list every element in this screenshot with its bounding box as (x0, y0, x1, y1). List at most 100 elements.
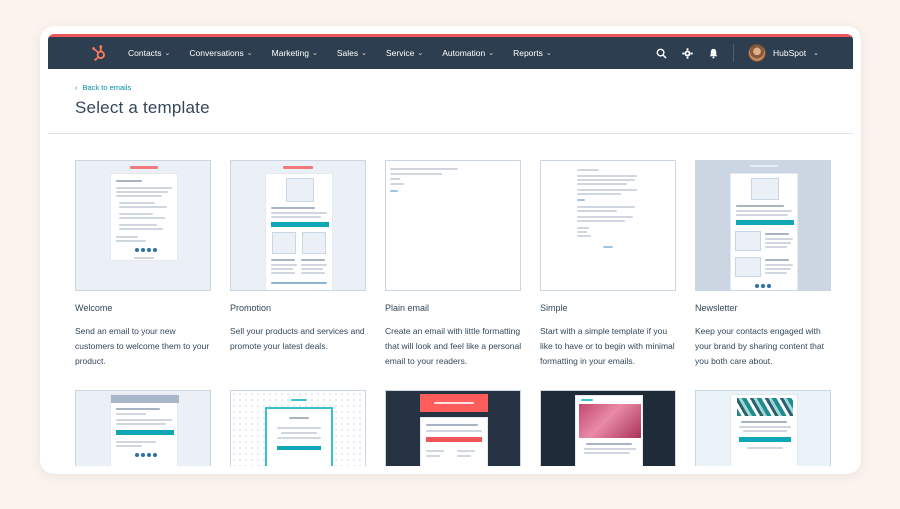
thumb-line (577, 227, 589, 229)
hubspot-logo-icon[interactable] (90, 44, 108, 62)
thumb-line (577, 206, 635, 208)
thumb-line (765, 264, 793, 266)
nav-item-reports[interactable]: Reports ⌄ (513, 48, 552, 58)
thumb-line (577, 183, 627, 185)
template-thumbnail-welcome[interactable] (75, 160, 211, 291)
thumb-line (119, 224, 157, 226)
thumb-line (116, 187, 172, 189)
nav-item-automation[interactable]: Automation ⌄ (442, 48, 494, 58)
thumb-line (119, 213, 153, 215)
thumb-line (301, 259, 325, 261)
template-description: Keep your contacts engaged with your bra… (695, 326, 824, 366)
chevron-down-icon: ⌄ (246, 50, 253, 57)
chevron-down-icon: ⌄ (488, 50, 495, 57)
gear-icon[interactable] (681, 47, 693, 59)
nav-item-conversations[interactable]: Conversations ⌄ (189, 48, 252, 58)
thumb-line (119, 217, 165, 219)
thumb-line (736, 210, 792, 212)
social-icon (761, 284, 765, 288)
thumb-line (577, 193, 621, 195)
thumb-line (577, 235, 591, 237)
thumb-line (743, 430, 787, 432)
thumb-line (577, 210, 617, 212)
thumb-line (741, 421, 787, 423)
thumb-image-placeholder (751, 178, 779, 200)
template-description: Sell your products and services and prom… (230, 326, 365, 351)
template-card-promotion[interactable]: Promotion Sell your products and service… (230, 160, 366, 369)
thumb-line (116, 441, 156, 443)
template-thumbnail-plain-email[interactable] (385, 160, 521, 291)
thumb-line (289, 417, 309, 419)
nav-item-label: Sales (336, 48, 359, 58)
social-icon (135, 453, 139, 457)
template-thumbnail-feedback-photo[interactable] (540, 390, 676, 466)
social-icon (767, 284, 771, 288)
thumb-line (765, 272, 787, 274)
template-thumbnail-announcement[interactable] (695, 390, 831, 466)
thumb-line (390, 173, 442, 175)
social-icon (147, 248, 151, 252)
thumb-line (736, 205, 784, 207)
social-icon (153, 248, 157, 252)
chevron-down-icon: ⌄ (545, 50, 552, 57)
bell-icon[interactable] (707, 47, 719, 59)
template-name: Welcome (75, 303, 113, 313)
nav-item-marketing[interactable]: Marketing ⌄ (272, 48, 318, 58)
nav-item-label: Reports (513, 48, 543, 58)
thumb-line (577, 169, 599, 171)
thumb-paper (265, 173, 333, 290)
thumb-line (736, 214, 788, 216)
account-menu[interactable]: HubSpot ⌄ (748, 44, 819, 62)
thumb-image-placeholder (286, 178, 314, 202)
chevron-down-icon: ⌄ (311, 50, 318, 57)
template-thumbnail-feedback[interactable] (75, 390, 211, 466)
app-window: Contacts ⌄ Conversations ⌄ Marketing ⌄ S… (48, 34, 853, 466)
thumb-line (281, 432, 317, 434)
thumb-button (426, 437, 482, 442)
thumb-image-placeholder (735, 257, 761, 277)
thumb-image-placeholder (272, 232, 296, 254)
thumb-line (116, 408, 160, 410)
thumb-line (271, 207, 315, 209)
thumb-line (116, 445, 142, 447)
thumb-line (301, 268, 323, 270)
nav-menu: Contacts ⌄ Conversations ⌄ Marketing ⌄ S… (128, 48, 552, 58)
thumb-line (426, 430, 482, 432)
thumb-line (577, 189, 637, 191)
template-card-newsletter[interactable]: Newsletter Keep your contacts engaged wi… (695, 160, 831, 369)
nav-item-service[interactable]: Service ⌄ (386, 48, 423, 58)
thumb-line (271, 264, 297, 266)
template-name: Simple (540, 303, 568, 313)
template-thumbnail-simple[interactable] (540, 160, 676, 291)
thumb-line (271, 212, 327, 214)
avatar (748, 44, 767, 62)
thumb-button (739, 437, 791, 442)
nav-item-label: Marketing (271, 48, 309, 58)
template-card-plain-email[interactable]: Plain email Create an email with little … (385, 160, 521, 369)
thumb-line (426, 424, 478, 426)
search-icon[interactable] (655, 47, 667, 59)
template-thumbnail-promotion[interactable] (230, 160, 366, 291)
template-thumbnail-event[interactable] (385, 390, 521, 466)
thumb-line (765, 238, 793, 240)
thumb-line (577, 175, 637, 177)
thumb-line (586, 443, 632, 445)
back-to-emails-link[interactable]: ‹ Back to emails (75, 83, 853, 92)
thumb-line (584, 448, 636, 450)
thumb-line (747, 447, 783, 449)
template-card-simple[interactable]: Simple Start with a simple template if y… (540, 160, 676, 369)
nav-item-sales[interactable]: Sales ⌄ (337, 48, 367, 58)
nav-item-contacts[interactable]: Contacts ⌄ (128, 48, 170, 58)
nav-utilities: HubSpot ⌄ (655, 44, 843, 62)
thumb-logo (750, 165, 778, 167)
thumb-line (765, 268, 791, 270)
thumb-line (116, 195, 162, 197)
chevron-down-icon: ⌄ (361, 50, 367, 57)
thumb-logo (283, 166, 313, 169)
template-card-welcome[interactable]: Welcome Send an email to your new custom… (75, 160, 211, 369)
thumb-line (739, 426, 791, 428)
thumb-line (116, 413, 146, 415)
template-thumbnail-newsletter[interactable] (695, 160, 831, 291)
thumb-line (301, 272, 325, 274)
template-thumbnail-invite[interactable] (230, 390, 366, 466)
